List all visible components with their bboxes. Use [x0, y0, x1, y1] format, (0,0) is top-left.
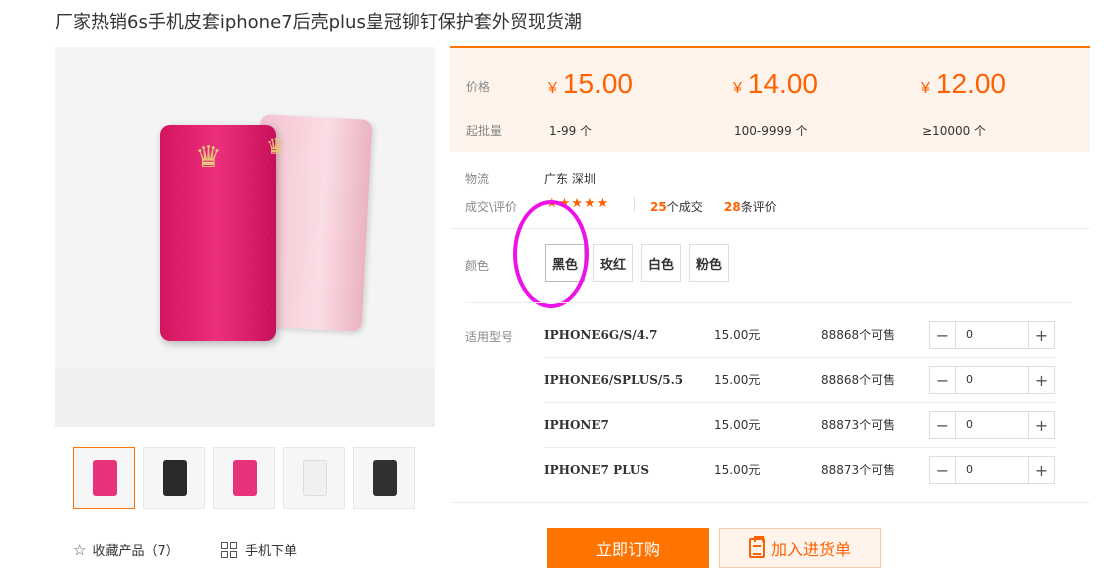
- increment-button[interactable]: +: [1028, 322, 1054, 348]
- sku-row: IPHONE7 PLUS 15.00元 88873个可售 − 0 +: [544, 448, 1056, 493]
- logistics-label: 物流: [465, 172, 490, 186]
- product-title: 厂家热销6s手机皮套iphone7后壳plus皇冠铆钉保护套外贸现货潮: [55, 12, 582, 33]
- add-to-cart-label: 加入进货单: [770, 540, 851, 559]
- order-now-button[interactable]: 立即订购: [547, 528, 709, 568]
- decrement-button[interactable]: −: [930, 412, 956, 438]
- color-option-white[interactable]: 白色: [641, 244, 681, 282]
- thumbnail[interactable]: [353, 447, 415, 509]
- logistics-value: 广东 深圳: [544, 172, 596, 186]
- quantity-stepper: − 0 +: [929, 366, 1055, 394]
- thumbnail[interactable]: [213, 447, 275, 509]
- moq-label: 起批量: [466, 124, 503, 138]
- quantity-input[interactable]: 0: [956, 412, 1028, 438]
- decrement-button[interactable]: −: [930, 457, 956, 483]
- increment-button[interactable]: +: [1028, 367, 1054, 393]
- favorite-link[interactable]: ☆ 收藏产品（7）: [73, 540, 179, 560]
- deal-count[interactable]: 25个成交: [650, 198, 703, 215]
- sku-stock: 88873个可售: [821, 418, 896, 432]
- crown-icon: ♛: [195, 140, 222, 175]
- quantity-input[interactable]: 0: [956, 322, 1028, 348]
- thumbnail[interactable]: [283, 447, 345, 509]
- quantity-input[interactable]: 0: [956, 457, 1028, 483]
- sku-model: IPHONE6G/S/4.7: [544, 328, 658, 342]
- sku-model: IPHONE7: [544, 418, 609, 432]
- sku-price: 15.00元: [714, 463, 761, 477]
- favorite-label: 收藏产品（7）: [92, 544, 179, 559]
- quantity-stepper: − 0 +: [929, 411, 1055, 439]
- tier-range: 1-99 个: [549, 124, 593, 138]
- sku-stock: 88873个可售: [821, 463, 896, 477]
- color-option-pink[interactable]: 粉色: [689, 244, 729, 282]
- clipboard-icon: [748, 536, 765, 558]
- quantity-stepper: − 0 +: [929, 456, 1055, 484]
- thumbnail[interactable]: [143, 447, 205, 509]
- mobile-order-link[interactable]: 手机下单: [221, 540, 297, 559]
- sku-price: 15.00元: [714, 373, 761, 387]
- mobile-order-label: 手机下单: [245, 544, 298, 559]
- decrement-button[interactable]: −: [930, 367, 956, 393]
- decrement-button[interactable]: −: [930, 322, 956, 348]
- sku-row: IPHONE6/SPLUS/5.5 15.00元 88868个可售 − 0 +: [544, 358, 1056, 403]
- color-label: 颜色: [465, 259, 490, 273]
- rating-label: 成交\评价: [465, 200, 518, 214]
- quantity-stepper: − 0 +: [929, 321, 1055, 349]
- sku-price: 15.00元: [714, 418, 761, 432]
- increment-button[interactable]: +: [1028, 457, 1054, 483]
- sku-stock: 88868个可售: [821, 328, 896, 342]
- price-label: 价格: [466, 80, 491, 94]
- sku-label: 适用型号: [465, 330, 514, 344]
- tier-range: ≥10000 个: [922, 124, 987, 138]
- thumbnail[interactable]: [73, 447, 135, 509]
- crown-icon: ♛: [266, 135, 286, 160]
- tier-price: ¥12.00: [921, 68, 1006, 99]
- sku-model: IPHONE6/SPLUS/5.5: [544, 373, 684, 387]
- increment-button[interactable]: +: [1028, 412, 1054, 438]
- tier-price: ¥14.00: [733, 68, 818, 99]
- add-to-cart-button[interactable]: 加入进货单: [719, 528, 881, 568]
- sku-row: IPHONE7 15.00元 88873个可售 − 0 +: [544, 403, 1056, 448]
- sku-model: IPHONE7 PLUS: [544, 463, 650, 477]
- sku-row: IPHONE6G/S/4.7 15.00元 88868个可售 − 0 +: [544, 313, 1056, 358]
- review-count[interactable]: 28条评价: [724, 198, 777, 215]
- color-option-rose[interactable]: 玫红: [593, 244, 633, 282]
- sku-price: 15.00元: [714, 328, 761, 342]
- color-option-black[interactable]: 黑色: [545, 244, 585, 282]
- price-panel: 价格 起批量 ¥15.00 ¥14.00 ¥12.00 1-99 个 100-9…: [450, 46, 1090, 152]
- tier-price: ¥15.00: [548, 68, 633, 99]
- quantity-input[interactable]: 0: [956, 367, 1028, 393]
- thumbnail-strip: [73, 447, 415, 509]
- rating-stars-icon: ★★★★★: [546, 196, 610, 211]
- tier-range: 100-9999 个: [734, 124, 808, 138]
- star-outline-icon: ☆: [73, 540, 87, 559]
- qr-code-icon: [221, 541, 237, 558]
- sku-stock: 88868个可售: [821, 373, 896, 387]
- main-product-image[interactable]: ♛ ♛: [55, 47, 435, 427]
